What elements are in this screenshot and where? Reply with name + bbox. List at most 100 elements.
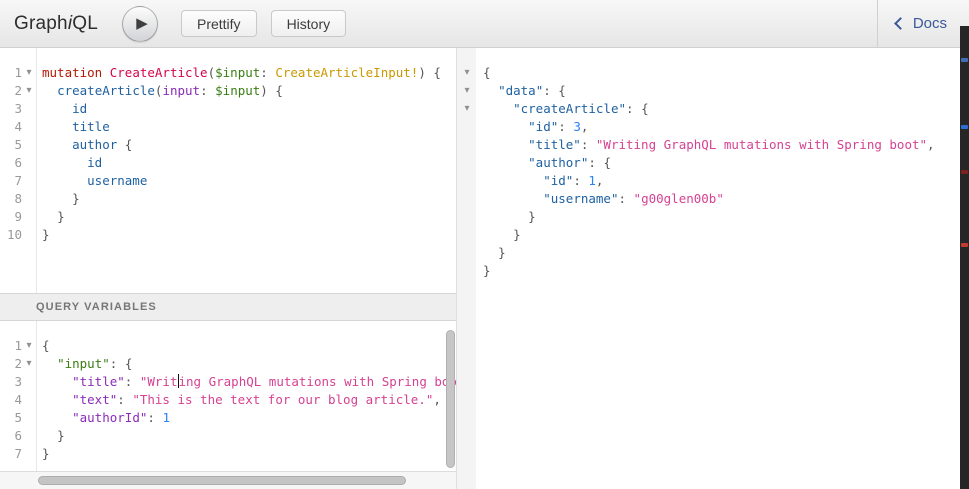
code-line: 9 } <box>0 208 456 226</box>
code-token: : <box>573 173 581 188</box>
code-token: "Writing GraphQL mutations with Spring b… <box>595 137 928 152</box>
scroll-strip-mark <box>961 170 968 174</box>
scroll-strip-mark <box>961 125 968 129</box>
variables-vertical-scrollbar[interactable] <box>446 330 455 468</box>
execute-query-button[interactable]: ▶ <box>121 5 158 42</box>
line-number: 9 <box>14 209 22 224</box>
code-token: id <box>87 155 103 170</box>
code-token: } <box>498 245 506 260</box>
variables-scrollbar-thumb[interactable] <box>446 330 455 468</box>
result-viewer[interactable]: ▾{▾ "data": {▾ "createArticle": { "id": … <box>457 48 969 489</box>
code-token: input <box>162 83 201 98</box>
code-token: : <box>626 101 634 116</box>
code-line: 4 title <box>0 118 456 136</box>
code-line: 6 } <box>0 427 456 445</box>
code-token: , <box>433 392 441 407</box>
code-token: { <box>483 65 491 80</box>
code-token: 1 <box>588 173 596 188</box>
code-token: "id" <box>543 173 574 188</box>
code-token: { <box>641 101 649 116</box>
code-token: } <box>513 227 521 242</box>
code-token: ) <box>418 65 426 80</box>
docs-toggle-button[interactable]: Docs <box>876 0 969 47</box>
code-line: } <box>457 244 969 262</box>
code-line: } <box>457 226 969 244</box>
code-token: 1 <box>162 410 170 425</box>
code-line: 7 username <box>0 172 456 190</box>
variables-editor[interactable]: 1 ▾ {2 ▾ "input": {3 "title": "Writing Grap… <box>0 321 456 472</box>
chevron-left-icon <box>893 17 907 30</box>
horizontal-scrollbar-thumb[interactable] <box>38 476 406 485</box>
scroll-strip-mark <box>961 58 968 62</box>
code-token: : <box>588 155 596 170</box>
code-token: , <box>927 137 935 152</box>
code-token: "g00glen00b" <box>633 191 724 206</box>
result-pane: ▾{▾ "data": {▾ "createArticle": { "id": … <box>457 48 969 489</box>
code-token: : <box>117 392 125 407</box>
code-token: "text" <box>72 392 118 407</box>
code-line: "title": "Writing GraphQL mutations with… <box>457 136 969 154</box>
fold-arrow-icon[interactable]: ▾ <box>23 337 35 355</box>
code-line: 8 } <box>0 190 456 208</box>
fold-arrow-icon[interactable]: ▾ <box>23 82 35 100</box>
code-line: 2 ▾ "input": { <box>0 355 456 373</box>
query-editor[interactable]: 1 ▾ mutation CreateArticle($input: CreateA… <box>0 48 456 293</box>
line-number: 8 <box>14 191 22 206</box>
line-number: 3 <box>14 101 22 116</box>
line-number: 4 <box>14 392 22 407</box>
code-line: 3 "title": "Writing GraphQL mutations wi… <box>0 373 456 391</box>
code-token: "title" <box>528 137 581 152</box>
code-line: "username": "g00glen00b" <box>457 190 969 208</box>
code-token: CreateArticleInput! <box>275 65 419 80</box>
code-token: { <box>42 338 50 353</box>
query-pane: 1 ▾ mutation CreateArticle($input: CreateA… <box>0 48 457 489</box>
code-line: 1 ▾ { <box>0 337 456 355</box>
prettify-button[interactable]: Prettify <box>180 10 257 37</box>
line-number: 7 <box>14 173 22 188</box>
horizontal-scrollbar[interactable] <box>0 472 456 489</box>
query-variables-header[interactable]: QUERY VARIABLES <box>0 293 456 321</box>
code-token: ( <box>207 65 216 80</box>
fold-arrow-icon[interactable]: ▾ <box>461 64 473 82</box>
fold-arrow-icon[interactable]: ▾ <box>461 82 473 100</box>
code-token: "Writ <box>139 374 178 389</box>
code-line: } <box>457 262 969 280</box>
code-line: "id": 3, <box>457 118 969 136</box>
play-icon: ▶ <box>136 14 148 32</box>
code-line: ▾ "data": { <box>457 82 969 100</box>
code-token: "username" <box>543 191 619 206</box>
history-button[interactable]: History <box>270 10 347 37</box>
code-token: $input <box>215 65 261 80</box>
line-number: 4 <box>14 119 22 134</box>
code-line: 1 ▾ mutation CreateArticle($input: CreateA… <box>0 64 456 82</box>
fold-arrow-icon[interactable]: ▾ <box>23 64 35 82</box>
editor-area: 1 ▾ mutation CreateArticle($input: CreateA… <box>0 48 969 489</box>
code-token: , <box>595 173 604 188</box>
code-token: username <box>87 173 148 188</box>
code-token: createArticle <box>57 83 155 98</box>
fold-arrow-icon[interactable]: ▾ <box>461 100 473 118</box>
code-token: } <box>42 227 50 242</box>
line-number: 5 <box>14 137 22 152</box>
code-line: 3 id <box>0 100 456 118</box>
code-line: 4 "text": "This is the text for our blog… <box>0 391 456 409</box>
code-token: } <box>483 263 491 278</box>
fold-arrow-icon[interactable]: ▾ <box>23 355 35 373</box>
code-token: } <box>72 191 80 206</box>
